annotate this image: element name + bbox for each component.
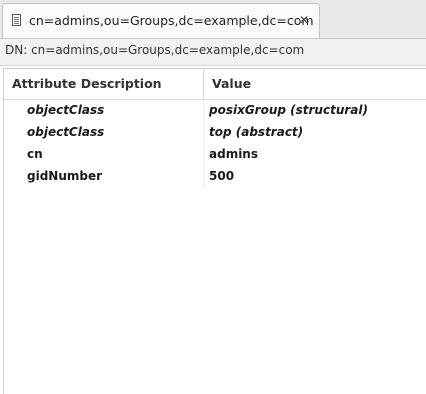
- value-cell: posixGroup (structural): [209, 103, 368, 117]
- column-divider[interactable]: [203, 69, 204, 99]
- entry-editor-tab[interactable]: cn=admins,ou=Groups,dc=example,dc=com ✕: [2, 3, 320, 38]
- table-row[interactable]: objectClass top (abstract): [4, 122, 426, 144]
- column-header-value[interactable]: Value: [212, 76, 251, 91]
- attribute-cell: cn: [27, 147, 43, 161]
- close-tab-icon[interactable]: ✕: [299, 13, 309, 27]
- table-row[interactable]: cn admins: [4, 144, 426, 166]
- dn-bar: DN: cn=admins,ou=Groups,dc=example,dc=co…: [0, 39, 426, 66]
- attribute-cell: objectClass: [27, 125, 105, 139]
- tab-title[interactable]: cn=admins,ou=Groups,dc=example,dc=com: [29, 13, 314, 28]
- editor-tab-bar: cn=admins,ou=Groups,dc=example,dc=com ✕: [0, 0, 426, 39]
- table-header: Attribute Description Value: [4, 69, 426, 100]
- table-row[interactable]: objectClass posixGroup (structural): [4, 100, 426, 122]
- value-cell: top (abstract): [209, 125, 304, 139]
- attribute-cell: gidNumber: [27, 169, 103, 183]
- dn-label: DN: cn=admins,ou=Groups,dc=example,dc=co…: [5, 43, 305, 57]
- attribute-table[interactable]: Attribute Description Value objectClass …: [3, 68, 426, 394]
- table-row[interactable]: gidNumber 500: [4, 166, 426, 188]
- attribute-cell: objectClass: [27, 103, 105, 117]
- value-cell: 500: [209, 169, 235, 183]
- value-cell: admins: [209, 147, 258, 161]
- entry-editor-icon: [12, 14, 21, 26]
- column-header-attribute-description[interactable]: Attribute Description: [12, 76, 162, 91]
